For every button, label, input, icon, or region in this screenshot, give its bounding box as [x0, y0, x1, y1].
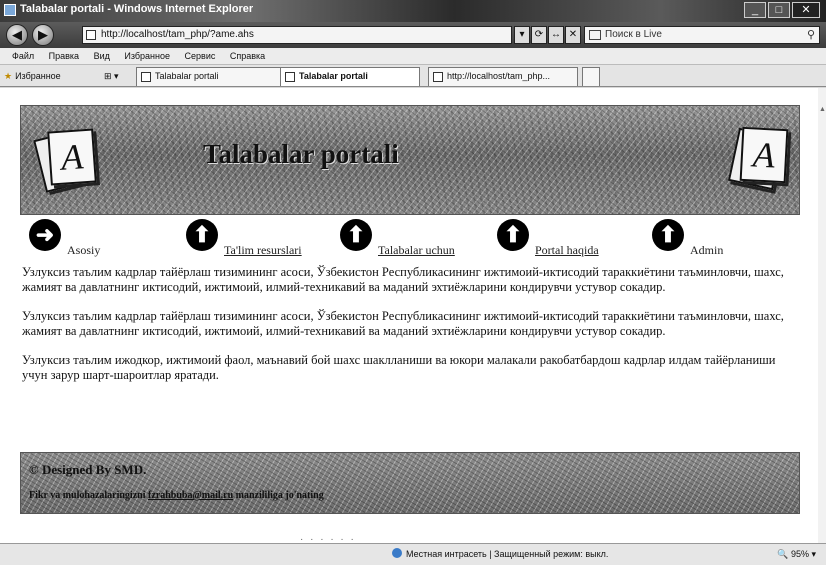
- tab-1-label: Talabalar portali: [155, 71, 219, 81]
- favorites-button[interactable]: ★ Избранное: [4, 69, 61, 83]
- menu-edit[interactable]: Правка: [49, 48, 79, 65]
- arrow-up-icon[interactable]: ⬆: [497, 219, 529, 251]
- menu-view[interactable]: Вид: [94, 48, 110, 65]
- page-icon: [86, 30, 96, 40]
- chevron-down-icon[interactable]: ▾: [811, 549, 816, 559]
- content-paragraph-2: Узлуксиз таълим кадрлар тайёрлаш тизимин…: [22, 309, 784, 338]
- ie-icon: [4, 4, 16, 16]
- tab-page-icon: [141, 72, 151, 82]
- menu-favorites[interactable]: Избранное: [124, 48, 170, 65]
- zoom-control[interactable]: 🔍 95% ▾: [777, 544, 816, 564]
- arrow-up-icon[interactable]: ⬆: [652, 219, 684, 251]
- close-window-button[interactable]: ✕: [792, 2, 820, 18]
- globe-icon: [392, 548, 402, 558]
- footer-feedback-suffix: manzililiga jo'nating: [233, 490, 324, 501]
- security-zone[interactable]: Местная интрасеть | Защищенный режим: вы…: [392, 544, 608, 564]
- tab-1[interactable]: Talabalar portali: [136, 67, 288, 86]
- page-viewport: ▲ A Talabalar portali A ➜ Asosiy ⬆ Ta'li…: [0, 88, 826, 545]
- maximize-button[interactable]: □: [768, 2, 790, 18]
- arrow-up-icon[interactable]: ⬆: [340, 219, 372, 251]
- search-input[interactable]: Поиск в Live ⚲: [584, 26, 820, 44]
- zoom-icon: 🔍: [777, 549, 789, 559]
- window-title: Talabalar portali - Windows Internet Exp…: [20, 3, 254, 15]
- quick-tabs-button[interactable]: ⊞ ▾: [104, 69, 119, 83]
- navigation-bar: ◀ ▶ http://localhost/tam_php/?ame.ahs ▾ …: [0, 22, 826, 48]
- search-placeholder: Поиск в Live: [605, 29, 662, 40]
- scroll-up-icon[interactable]: ▲: [819, 106, 826, 113]
- footer-feedback: Fikr va mulohazalaringizni fzrahbuba@mai…: [29, 490, 324, 501]
- footer-feedback-prefix: Fikr va mulohazalaringizni: [29, 490, 148, 501]
- zoom-level: 95%: [790, 549, 809, 559]
- live-search-icon: [589, 30, 601, 40]
- address-dropdown-button[interactable]: ▾: [514, 26, 530, 44]
- main-content: Узлуксиз таълим кадрлар тайёрлаш тизимин…: [22, 265, 802, 397]
- nav-portal-haqida-label[interactable]: Portal haqida: [535, 243, 599, 258]
- window-controls: _ □ ✕: [744, 2, 820, 18]
- site-title: Talabalar portali: [203, 139, 399, 169]
- main-navigation: ➜ Asosiy ⬆ Ta'lim resurslari ⬆ Talabalar…: [0, 215, 826, 260]
- new-tab-button[interactable]: [582, 67, 600, 86]
- menu-file[interactable]: Файл: [12, 48, 34, 65]
- compat-button[interactable]: ↔: [548, 26, 564, 44]
- menu-bar: Файл Правка Вид Избранное Сервис Справка: [0, 48, 826, 65]
- vertical-scrollbar[interactable]: ▲: [818, 88, 826, 543]
- tab-2[interactable]: Talabalar portali: [280, 67, 420, 86]
- tab-page-icon: [285, 72, 295, 82]
- card-letter-right: A: [739, 126, 789, 184]
- menu-tools[interactable]: Сервис: [185, 48, 216, 65]
- nav-talim-resurslari-label[interactable]: Ta'lim resurslari: [224, 243, 302, 258]
- refresh-button[interactable]: ⟳: [531, 26, 547, 44]
- menu-help[interactable]: Справка: [230, 48, 265, 65]
- arrow-right-icon[interactable]: ➜: [29, 219, 61, 251]
- arrow-up-icon[interactable]: ⬆: [186, 219, 218, 251]
- star-icon: ★: [4, 71, 13, 81]
- site-banner: A Talabalar portali A: [20, 105, 800, 215]
- back-button[interactable]: ◀: [6, 24, 28, 46]
- stop-button[interactable]: ✕: [565, 26, 581, 44]
- tab-3[interactable]: http://localhost/tam_php...: [428, 67, 578, 86]
- footer-designed-by: © Designed By SMD.: [29, 462, 147, 477]
- content-paragraph-3: Узлуксиз таълим ижодкор, ижтимоий фаол, …: [22, 353, 776, 382]
- nav-asosiy-label[interactable]: Asosiy: [67, 243, 100, 258]
- minimize-button[interactable]: _: [744, 2, 766, 18]
- nav-admin-label[interactable]: Admin: [690, 243, 723, 258]
- quick-tabs-dropdown[interactable]: ▾: [114, 71, 119, 81]
- search-icon[interactable]: ⚲: [807, 27, 815, 43]
- favorites-label: Избранное: [15, 71, 61, 81]
- tab-3-label: http://localhost/tam_php...: [447, 71, 551, 81]
- tab-bar: ★ Избранное ⊞ ▾ Talabalar portali Talabal…: [0, 65, 826, 87]
- nav-talabalar-uchun-label[interactable]: Talabalar uchun: [378, 243, 455, 258]
- site-footer: © Designed By SMD. Fikr va mulohazalarin…: [20, 452, 800, 514]
- tab-page-icon: [433, 72, 443, 82]
- tab-2-label: Talabalar portali: [299, 71, 368, 81]
- footer-email-link[interactable]: fzrahbuba@mail.ru: [148, 490, 233, 501]
- address-input[interactable]: http://localhost/tam_php/?ame.ahs: [82, 26, 512, 44]
- card-letter-left: A: [47, 128, 97, 186]
- forward-button[interactable]: ▶: [32, 24, 54, 46]
- security-zone-label: Местная интрасеть | Защищенный режим: вы…: [406, 549, 609, 559]
- window-titlebar: Talabalar portali - Windows Internet Exp…: [0, 0, 826, 22]
- address-url: http://localhost/tam_php/?ame.ahs: [101, 29, 254, 40]
- status-bar: Местная интрасеть | Защищенный режим: вы…: [0, 543, 826, 565]
- content-paragraph-1: Узлуксиз таълим кадрлар тайёрлаш тизимин…: [22, 265, 784, 294]
